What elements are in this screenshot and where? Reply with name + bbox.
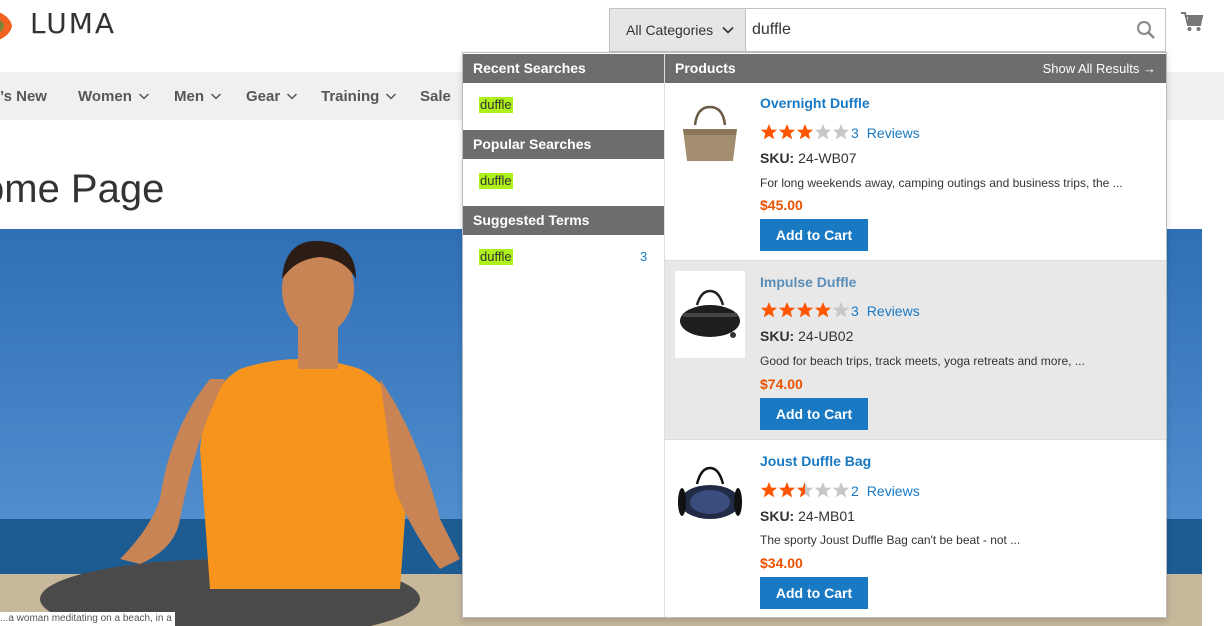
nav-item-gear[interactable]: Gear	[246, 72, 298, 120]
review-count: 3	[851, 125, 859, 141]
product-image[interactable]	[675, 450, 745, 537]
recent-searches-header: Recent Searches	[463, 54, 664, 83]
recent-search-term[interactable]: duffle	[479, 97, 513, 113]
sku-label: SKU:	[760, 508, 795, 524]
luma-logo-icon[interactable]	[0, 6, 14, 46]
search-autocomplete: Recent Searches duffle Popular Searches …	[462, 52, 1167, 618]
products-header-title: Products	[675, 60, 736, 76]
search-input[interactable]	[752, 17, 1112, 43]
nav-item-label: Sale	[420, 87, 451, 105]
chevron-down-icon	[210, 93, 222, 100]
products-column: Products Show All Results → Overnight Du…	[665, 53, 1166, 617]
chevron-down-icon	[722, 26, 734, 34]
search-icon[interactable]	[1135, 19, 1157, 41]
product-description: For long weekends away, camping outings …	[760, 176, 1123, 190]
star-empty-icon	[814, 124, 832, 140]
nav-item-label: ’s New	[0, 87, 47, 105]
chevron-down-icon	[386, 93, 397, 100]
nav-item-training[interactable]: Training	[321, 72, 397, 120]
reviews-label: Reviews	[866, 303, 920, 319]
product-item[interactable]: Joust Duffle Bag 2 Reviews SKU: 24-MB01 T…	[665, 440, 1166, 618]
product-sku: SKU: 24-WB07	[760, 150, 856, 166]
product-price: $74.00	[760, 376, 803, 392]
product-item[interactable]: Overnight Duffle 3 Reviews SKU: 24-WB07 F…	[665, 83, 1166, 261]
product-description: The sporty Joust Duffle Bag can't be bea…	[760, 533, 1021, 547]
product-item[interactable]: Impulse Duffle 3 Reviews SKU: 24-UB02 Goo…	[665, 261, 1166, 440]
suggestions-column: Recent Searches duffle Popular Searches …	[463, 53, 665, 617]
chevron-down-icon	[138, 93, 149, 100]
star-empty-icon	[814, 482, 832, 498]
rating-stars	[760, 481, 850, 499]
popular-search-term[interactable]: duffle	[479, 173, 513, 189]
product-image[interactable]	[675, 93, 745, 180]
star-full-icon	[796, 124, 814, 140]
cart-icon[interactable]	[1180, 10, 1204, 34]
reviews-link[interactable]: 3 Reviews	[851, 125, 920, 141]
nav-item-whats-new[interactable]: ’s New	[0, 72, 47, 120]
nav-item-label: Gear	[246, 87, 281, 105]
star-full-icon	[778, 302, 796, 318]
product-sku: SKU: 24-UB02	[760, 328, 853, 344]
star-full-icon	[760, 124, 778, 140]
rating-stars	[760, 123, 850, 141]
product-image[interactable]	[675, 271, 745, 358]
product-sku: SKU: 24-MB01	[760, 508, 855, 524]
nav-item-label: Women	[78, 87, 132, 105]
product-name[interactable]: Overnight Duffle	[760, 95, 870, 111]
category-select[interactable]: All Categories	[610, 9, 746, 51]
add-to-cart-button[interactable]: Add to Cart	[760, 577, 868, 609]
chevron-down-icon	[287, 93, 298, 100]
nav-item-men[interactable]: Men	[174, 72, 222, 120]
reviews-label: Reviews	[866, 483, 920, 499]
star-full-icon	[760, 302, 778, 318]
star-full-icon	[760, 482, 778, 498]
star-full-icon	[778, 482, 796, 498]
sku-value: 24-UB02	[798, 328, 854, 344]
product-price: $45.00	[760, 197, 803, 213]
products-header: Products Show All Results →	[665, 54, 1166, 83]
sku-label: SKU:	[760, 150, 795, 166]
product-name[interactable]: Impulse Duffle	[760, 274, 856, 290]
popular-searches-header: Popular Searches	[463, 130, 664, 159]
nav-item-sale[interactable]: Sale	[420, 72, 451, 120]
suggested-terms-header: Suggested Terms	[463, 206, 664, 235]
star-half-icon	[796, 482, 814, 498]
reviews-link[interactable]: 2 Reviews	[851, 483, 920, 499]
nav-item-label: Training	[321, 87, 380, 105]
sku-value: 24-MB01	[798, 508, 855, 524]
add-to-cart-button[interactable]: Add to Cart	[760, 398, 868, 430]
star-full-icon	[814, 302, 832, 318]
sku-label: SKU:	[760, 328, 795, 344]
add-to-cart-button[interactable]: Add to Cart	[760, 219, 868, 251]
star-full-icon	[778, 124, 796, 140]
product-description: Good for beach trips, track meets, yoga …	[760, 354, 1085, 368]
search-bar: All Categories	[609, 8, 1166, 52]
product-name[interactable]: Joust Duffle Bag	[760, 453, 871, 469]
star-full-icon	[796, 302, 814, 318]
rating-stars	[760, 301, 850, 319]
category-select-value: All Categories	[626, 22, 714, 38]
star-empty-icon	[832, 302, 850, 318]
suggested-term-count: 3	[640, 249, 648, 264]
logo-text[interactable]: LUMA	[30, 7, 116, 40]
review-count: 2	[851, 483, 859, 499]
image-caption: ...a woman meditating on a beach, in a b…	[0, 612, 175, 626]
star-empty-icon	[832, 124, 850, 140]
review-count: 3	[851, 303, 859, 319]
page-title: ome Page	[0, 166, 165, 211]
star-empty-icon	[832, 482, 850, 498]
reviews-label: Reviews	[866, 125, 920, 141]
reviews-link[interactable]: 3 Reviews	[851, 303, 920, 319]
product-price: $34.00	[760, 555, 803, 571]
nav-item-label: Men	[174, 87, 204, 105]
suggested-term[interactable]: duffle	[479, 249, 513, 265]
nav-item-women[interactable]: Women	[78, 72, 150, 120]
sku-value: 24-WB07	[798, 150, 857, 166]
show-all-results-link[interactable]: Show All Results →	[1043, 54, 1156, 83]
